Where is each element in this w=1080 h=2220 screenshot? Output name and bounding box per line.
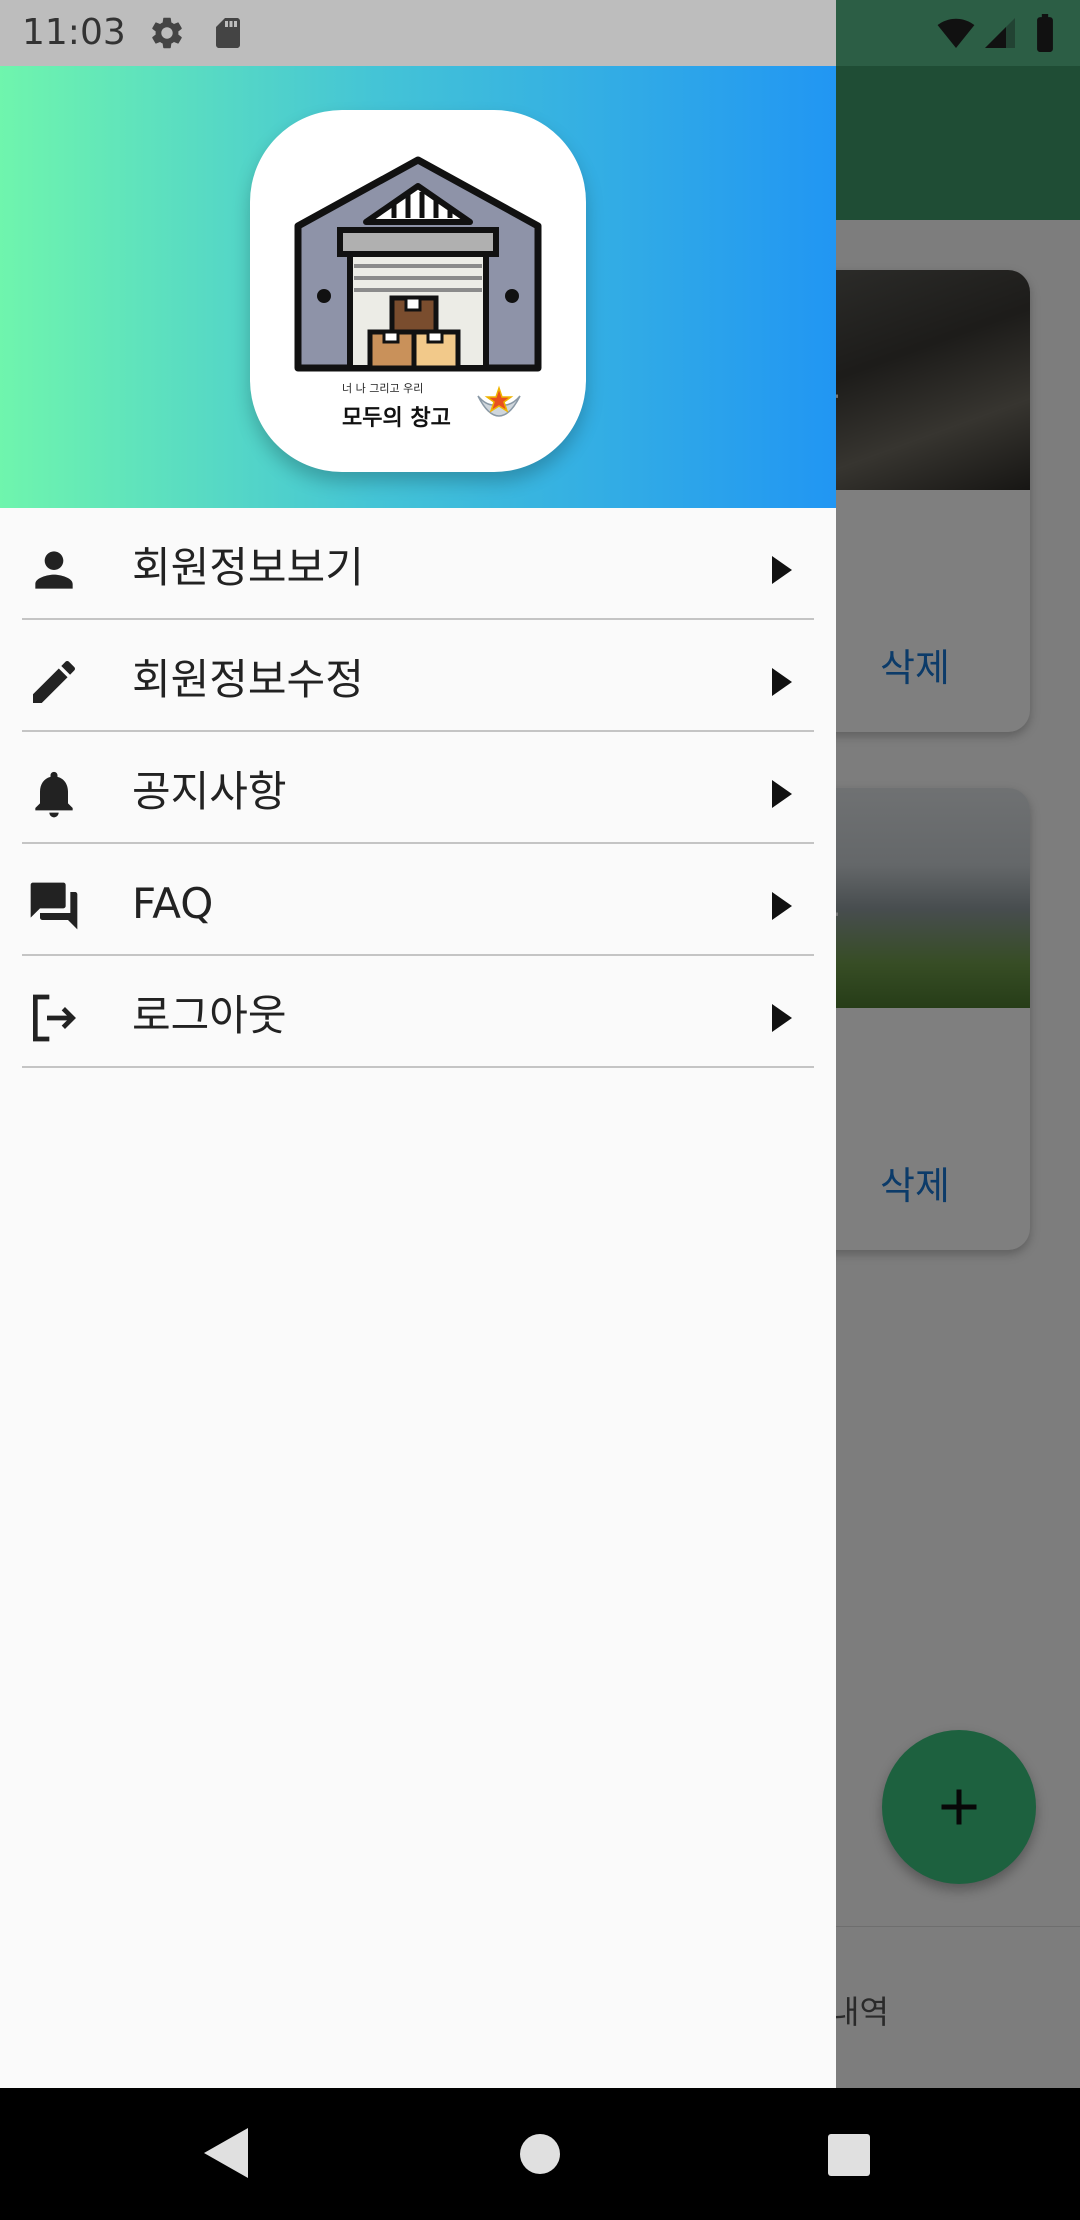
forum-icon — [30, 882, 78, 930]
logo-title: 모두의 창고 — [342, 406, 451, 431]
military-emblem-icon — [477, 385, 521, 417]
wifi-icon — [937, 18, 975, 49]
menu-item-logout[interactable]: 로그아웃 — [0, 956, 836, 1068]
signal-icon — [985, 18, 1015, 48]
recents-icon[interactable] — [828, 2134, 870, 2176]
sd-card-icon — [216, 18, 240, 48]
home-icon[interactable] — [518, 2132, 562, 2176]
menu-item-member-edit[interactable]: 회원정보수정 — [0, 620, 836, 732]
person-icon — [35, 551, 73, 589]
status-time: 11:03 — [22, 12, 126, 53]
arrow-right-icon — [772, 780, 792, 808]
drawer-header: 너 나 그리고 우리 모두의 창고 — [0, 66, 836, 508]
divider — [22, 1066, 814, 1068]
battery-icon — [1037, 14, 1053, 52]
arrow-right-icon — [772, 1004, 792, 1032]
arrow-right-icon — [772, 556, 792, 584]
navigation-drawer: 너 나 그리고 우리 모두의 창고 회원정보보기 회원정보수정 공지사항 FAQ… — [0, 66, 836, 2088]
logo-tagline: 너 나 그리고 우리 — [342, 382, 424, 395]
settings-icon — [152, 17, 182, 49]
system-nav-bar — [0, 2088, 1080, 2220]
menu-item-notice[interactable]: 공지사항 — [0, 732, 836, 844]
edit-pencil-icon — [33, 660, 76, 703]
logout-icon — [33, 994, 76, 1042]
status-bar: 11:03 — [0, 0, 1080, 66]
back-icon[interactable] — [204, 2128, 248, 2178]
app-logo: 너 나 그리고 우리 모두의 창고 — [250, 110, 586, 472]
warehouse-logo-icon — [294, 156, 542, 372]
drawer-menu: 회원정보보기 회원정보수정 공지사항 FAQ 로그아웃 — [0, 508, 836, 1068]
menu-item-faq[interactable]: FAQ — [0, 844, 836, 956]
bell-icon — [35, 771, 73, 818]
menu-item-member-info[interactable]: 회원정보보기 — [0, 508, 836, 620]
arrow-right-icon — [772, 892, 792, 920]
arrow-right-icon — [772, 668, 792, 696]
